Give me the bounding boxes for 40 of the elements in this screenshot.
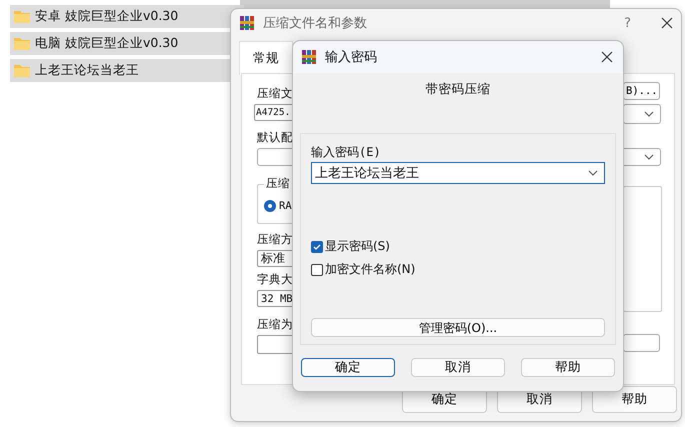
dialog-heading: 带密码压缩 [426,81,490,96]
checkbox-label: 加密文件名称(N) [325,261,416,278]
folder-icon [14,64,30,77]
window-title: 压缩文件名和参数 [263,15,368,32]
checkbox[interactable] [311,264,323,276]
dialog-button[interactable]: 确定 [301,358,395,377]
dialog-button[interactable]: 帮助 [592,386,677,413]
folder-name: 上老王论坛当老王 [35,62,139,79]
chevron-down-icon [644,111,654,117]
chevron-down-icon [588,170,598,176]
manage-passwords-button[interactable]: 管理密码(O)... [311,318,605,337]
group-label: 压缩 [264,176,292,191]
checkbox[interactable] [311,240,323,252]
close-icon[interactable] [601,51,613,63]
help-icon[interactable]: ? [624,16,631,30]
folder-item[interactable]: 安卓 妓院巨型企业v0.30 [10,5,244,28]
folder-name: 电脑 妓院巨型企业v0.30 [35,35,178,52]
browse-button[interactable]: B)... [623,82,660,100]
window-title: 输入密码 [325,49,378,66]
field-label: 压缩为 [257,317,293,332]
folder-name: 安卓 妓院巨型企业v0.30 [35,8,178,25]
check-icon [313,242,321,250]
format-radio[interactable]: RA [264,200,292,212]
archive-logo-icon [301,49,317,65]
field-label: 压缩文 [257,86,293,101]
close-icon[interactable] [661,17,673,29]
field-label: 输入密码(E) [311,144,381,161]
password-field[interactable]: 上老王论坛当老王 [311,162,605,184]
chevron-down-icon [644,154,654,160]
checkbox-label: 显示密码(S) [325,238,390,255]
tab[interactable]: 常规 [239,41,293,75]
field-label: 压缩方 [257,232,293,247]
dialog-button[interactable]: 取消 [411,358,505,377]
archive-logo-icon [239,15,255,31]
folder-icon [14,37,30,50]
folder-icon [14,10,30,23]
field-label: 默认配 [257,130,293,145]
field-label: 字典大 [257,272,293,287]
dropdown[interactable] [623,104,661,124]
dialog-button[interactable]: 帮助 [521,358,615,377]
